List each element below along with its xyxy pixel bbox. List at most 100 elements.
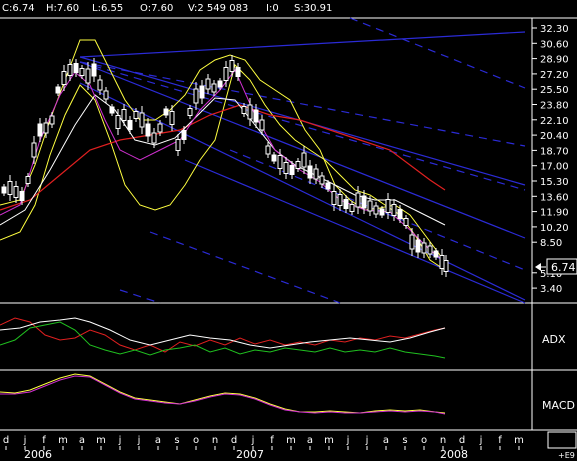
month-label: s (402, 435, 407, 446)
candle-body (391, 204, 397, 216)
month-label: j (479, 435, 483, 446)
month-label: j (23, 435, 27, 446)
axis-corner-box (547, 431, 577, 449)
candle-body (277, 155, 283, 169)
candle-body (313, 168, 319, 180)
price-tick-label: 18.70 (540, 146, 569, 157)
month-label: j (118, 435, 122, 446)
candle-body (397, 209, 403, 219)
price-tick-label: 10.20 (540, 223, 569, 234)
candle-body (415, 239, 421, 253)
candle-body (367, 200, 373, 212)
candle-body (199, 85, 205, 99)
bollinger-lower (0, 64, 446, 271)
year-label: 2007 (236, 448, 264, 461)
channel-dashed-line (119, 289, 161, 304)
candle-body (115, 115, 121, 129)
candle-body (319, 175, 325, 185)
candle-body (373, 205, 379, 215)
stock-chart[interactable]: 32.30 30.60 28.90 27.20 25.50 23.80 22.10 20.40… (0, 0, 577, 461)
candle-body (145, 123, 151, 137)
price-tick-label: 15.30 (540, 177, 569, 188)
year-label: 2008 (440, 448, 468, 461)
price-tick-label: 3.40 (540, 284, 562, 295)
candle-body (25, 176, 31, 184)
candle-body (151, 132, 157, 144)
month-label: o (421, 435, 427, 446)
price-axis: 32.30 30.60 28.90 27.20 25.50 23.80 22.10 20.40… (532, 24, 569, 295)
month-label: f (498, 435, 502, 446)
month-label: m (286, 435, 296, 446)
channel-line (79, 61, 526, 239)
price-tick-label: 13.60 (540, 192, 569, 203)
candle-body (235, 67, 241, 77)
candle-body (379, 208, 385, 216)
candle-body (37, 123, 43, 137)
candle-body (385, 199, 391, 213)
candle-body (169, 111, 175, 125)
channel-dashed-line (149, 231, 341, 304)
price-tick-label: 23.80 (540, 101, 569, 112)
candle-body (109, 106, 115, 114)
candle-body (79, 68, 85, 76)
month-label: a (155, 435, 161, 446)
candle-body (325, 182, 331, 190)
candle-body (73, 63, 79, 73)
candle-body (157, 123, 163, 133)
month-label: f (270, 435, 274, 446)
candle-body (133, 111, 139, 119)
month-label: j (251, 435, 255, 446)
price-tick-label: 27.20 (540, 70, 569, 81)
adx-label: ADX (542, 333, 566, 346)
month-label: s (174, 435, 179, 446)
price-tick-label: 17.00 (540, 162, 569, 173)
macd-label: MACD (542, 399, 575, 412)
price-candles (1, 55, 449, 277)
ma-long (0, 104, 446, 211)
candle-body (241, 106, 247, 114)
adx-panel (0, 317, 446, 359)
adx-minus-line (0, 321, 446, 359)
candle-body (443, 260, 449, 272)
macd-panel (0, 373, 446, 415)
candle-body (427, 245, 433, 255)
month-label: j (346, 435, 350, 446)
candle-body (55, 86, 61, 94)
candle-body (337, 194, 343, 206)
candle-body (121, 109, 127, 121)
candle-body (103, 90, 109, 100)
channel-dashed-line (349, 17, 526, 89)
candle-body (19, 191, 25, 201)
candle-body (229, 60, 235, 72)
candle-body (253, 109, 259, 123)
candle-body (43, 122, 49, 134)
candle-body (265, 145, 271, 155)
macd-line (0, 373, 446, 414)
month-label: f (42, 435, 46, 446)
candle-body (343, 199, 349, 209)
price-tick-label: 25.50 (540, 85, 569, 96)
candle-body (355, 192, 361, 208)
candle-body (85, 68, 91, 84)
candle-body (163, 108, 169, 116)
candle-body (271, 154, 277, 162)
channel-line (184, 159, 526, 304)
candle-body (409, 234, 415, 250)
candle-body (439, 255, 445, 269)
candle-body (259, 119, 265, 131)
candle-body (301, 152, 307, 168)
candle-body (283, 162, 289, 174)
candle-body (139, 112, 145, 128)
month-label: a (383, 435, 389, 446)
channel-line (79, 31, 526, 58)
month-label: d (3, 435, 9, 446)
month-label: n (440, 435, 446, 446)
year-label: 2006 (24, 448, 52, 461)
candle-body (289, 165, 295, 175)
arrow-left-icon (535, 263, 541, 271)
time-axis: d j f m a m j j a s o n d j f m a m j j a s o n d j f m2006 2007 2008 (3, 435, 524, 461)
corner-label: +E9 (558, 451, 575, 460)
candle-body (91, 63, 97, 77)
candle-body (217, 80, 223, 88)
adx-plus-line (0, 317, 446, 353)
